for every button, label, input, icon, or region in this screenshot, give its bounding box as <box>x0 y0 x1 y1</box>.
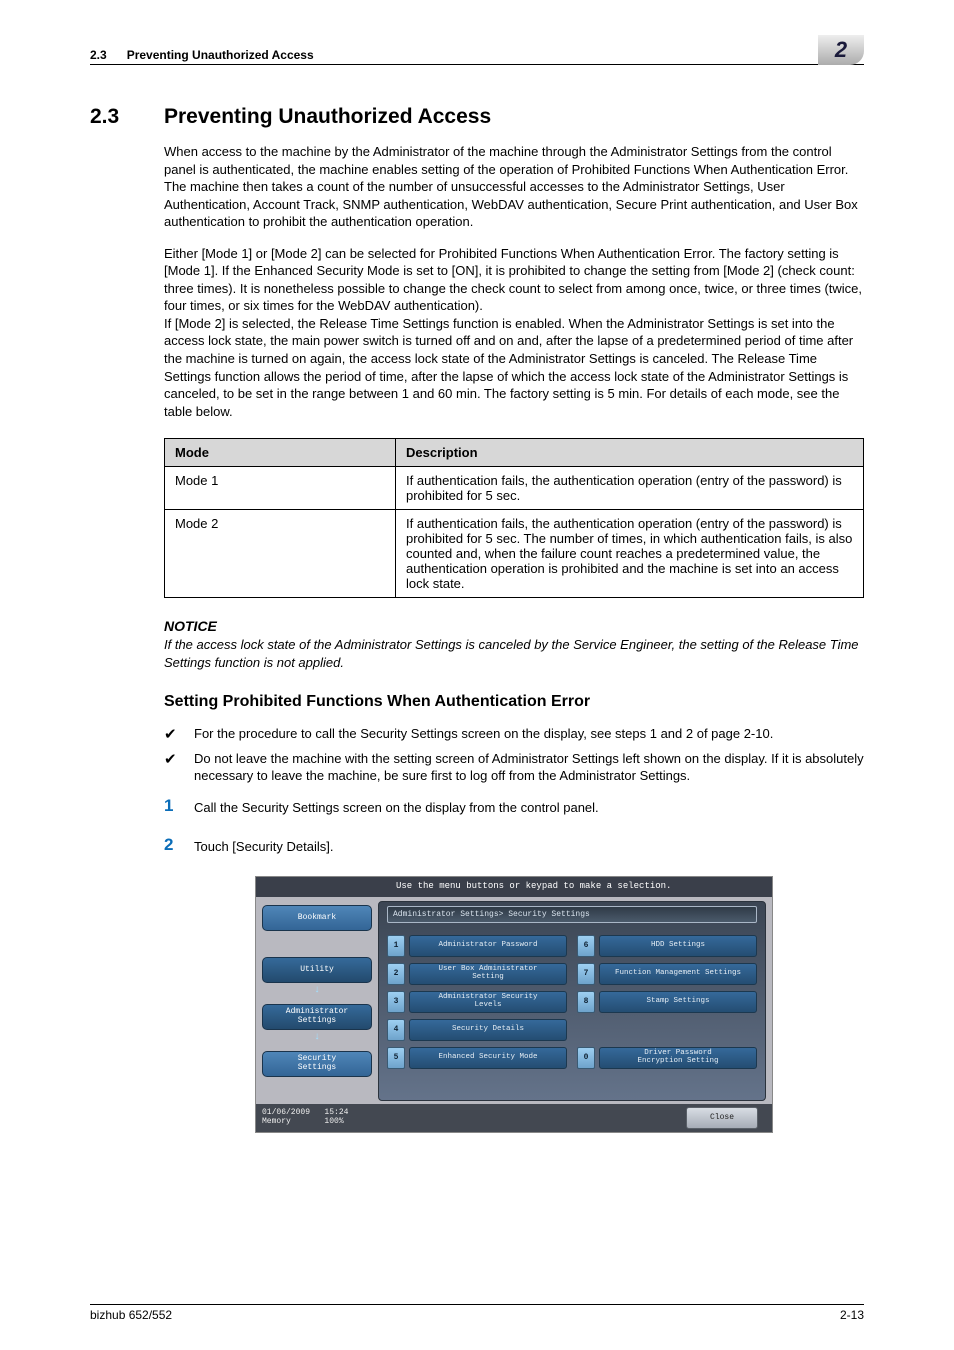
table-header-mode: Mode <box>165 439 396 467</box>
check-item: ✔ Do not leave the machine with the sett… <box>164 750 864 785</box>
item-number: 0 <box>577 1047 595 1069</box>
notice-body: If the access lock state of the Administ… <box>164 636 864 671</box>
item-number: 1 <box>387 935 405 957</box>
ss-instruction: Use the menu buttons or keypad to make a… <box>256 877 772 897</box>
arrow-down-icon: ↓ <box>262 985 372 996</box>
step: 2 Touch [Security Details]. <box>164 836 864 856</box>
cell-desc: If authentication fails, the authenticat… <box>396 467 864 510</box>
item-number: 4 <box>387 1019 405 1041</box>
step-text: Call the Security Settings screen on the… <box>194 797 599 817</box>
cell-desc: If authentication fails, the authenticat… <box>396 510 864 598</box>
stamp-settings-button[interactable]: Stamp Settings <box>599 991 757 1013</box>
check-item: ✔ For the procedure to call the Security… <box>164 725 864 745</box>
checkmark-icon: ✔ <box>164 750 194 785</box>
section-heading: Preventing Unauthorized Access <box>164 105 491 129</box>
enhanced-security-mode-button[interactable]: Enhanced Security Mode <box>409 1047 567 1069</box>
ss-timestamp: 01/06/2009 15:24 Memory 100% <box>262 1109 348 1127</box>
check-text: For the procedure to call the Security S… <box>194 725 773 745</box>
step-number: 1 <box>164 797 194 814</box>
driver-password-encryption-button[interactable]: Driver Password Encryption Setting <box>599 1047 757 1069</box>
item-number: 2 <box>387 963 405 985</box>
paragraph-2: Either [Mode 1] or [Mode 2] can be selec… <box>164 245 864 420</box>
arrow-down-icon: ↓ <box>262 1032 372 1043</box>
security-details-button[interactable]: Security Details <box>409 1019 567 1041</box>
item-number: 3 <box>387 991 405 1013</box>
security-settings-button[interactable]: Security Settings <box>262 1051 372 1077</box>
header-section-number: 2.3 <box>90 48 107 62</box>
item-number: 7 <box>577 963 595 985</box>
notice-heading: NOTICE <box>164 618 864 634</box>
document-page: 2.3 Preventing Unauthorized Access 2 2.3… <box>0 0 954 1350</box>
admin-security-levels-button[interactable]: Administrator Security Levels <box>409 991 567 1013</box>
check-list: ✔ For the procedure to call the Security… <box>164 725 864 784</box>
check-text: Do not leave the machine with the settin… <box>194 750 864 785</box>
ss-footer: 01/06/2009 15:24 Memory 100% Close <box>256 1104 772 1132</box>
checkmark-icon: ✔ <box>164 725 194 745</box>
hdd-settings-button[interactable]: HDD Settings <box>599 935 757 957</box>
control-panel-screenshot: Use the menu buttons or keypad to make a… <box>255 876 773 1133</box>
mode-table: Mode Description Mode 1 If authenticatio… <box>164 438 864 598</box>
ss-main-panel: Administrator Settings> Security Setting… <box>378 901 766 1101</box>
header-title: 2.3 Preventing Unauthorized Access <box>90 48 818 62</box>
page-footer: bizhub 652/552 2-13 <box>90 1304 864 1322</box>
header-section-name: Preventing Unauthorized Access <box>127 48 314 62</box>
subheading: Setting Prohibited Functions When Authen… <box>164 693 864 711</box>
page-header: 2.3 Preventing Unauthorized Access 2 <box>90 35 864 65</box>
screenshot-wrap: Use the menu buttons or keypad to make a… <box>164 876 864 1133</box>
utility-button[interactable]: Utility <box>262 957 372 983</box>
table-header-description: Description <box>396 439 864 467</box>
footer-page: 2-13 <box>840 1308 864 1322</box>
chapter-badge: 2 <box>818 35 864 65</box>
paragraph-1: When access to the machine by the Admini… <box>164 143 864 231</box>
cell-mode: Mode 2 <box>165 510 396 598</box>
ss-breadcrumb: Administrator Settings> Security Setting… <box>387 906 757 923</box>
ss-sidebar: Bookmark Utility ↓ Administrator Setting… <box>262 901 372 1101</box>
item-number: 5 <box>387 1047 405 1069</box>
admin-password-button[interactable]: Administrator Password <box>409 935 567 957</box>
step: 1 Call the Security Settings screen on t… <box>164 797 864 817</box>
function-management-button[interactable]: Function Management Settings <box>599 963 757 985</box>
step-number: 2 <box>164 836 194 853</box>
footer-product: bizhub 652/552 <box>90 1308 172 1322</box>
close-button[interactable]: Close <box>686 1107 758 1129</box>
admin-settings-button[interactable]: Administrator Settings <box>262 1004 372 1030</box>
step-text: Touch [Security Details]. <box>194 836 333 856</box>
cell-mode: Mode 1 <box>165 467 396 510</box>
bookmark-button[interactable]: Bookmark <box>262 905 372 931</box>
section-title: 2.3 Preventing Unauthorized Access <box>90 105 864 129</box>
table-row: Mode 1 If authentication fails, the auth… <box>165 467 864 510</box>
item-number: 6 <box>577 935 595 957</box>
steps-list: 1 Call the Security Settings screen on t… <box>164 797 864 856</box>
user-box-admin-button[interactable]: User Box Administrator Setting <box>409 963 567 985</box>
item-number: 8 <box>577 991 595 1013</box>
body-content: When access to the machine by the Admini… <box>164 143 864 1133</box>
table-row: Mode 2 If authentication fails, the auth… <box>165 510 864 598</box>
ss-grid: 1Administrator Password 6HDD Settings 2U… <box>387 935 757 1069</box>
section-number: 2.3 <box>90 105 164 129</box>
